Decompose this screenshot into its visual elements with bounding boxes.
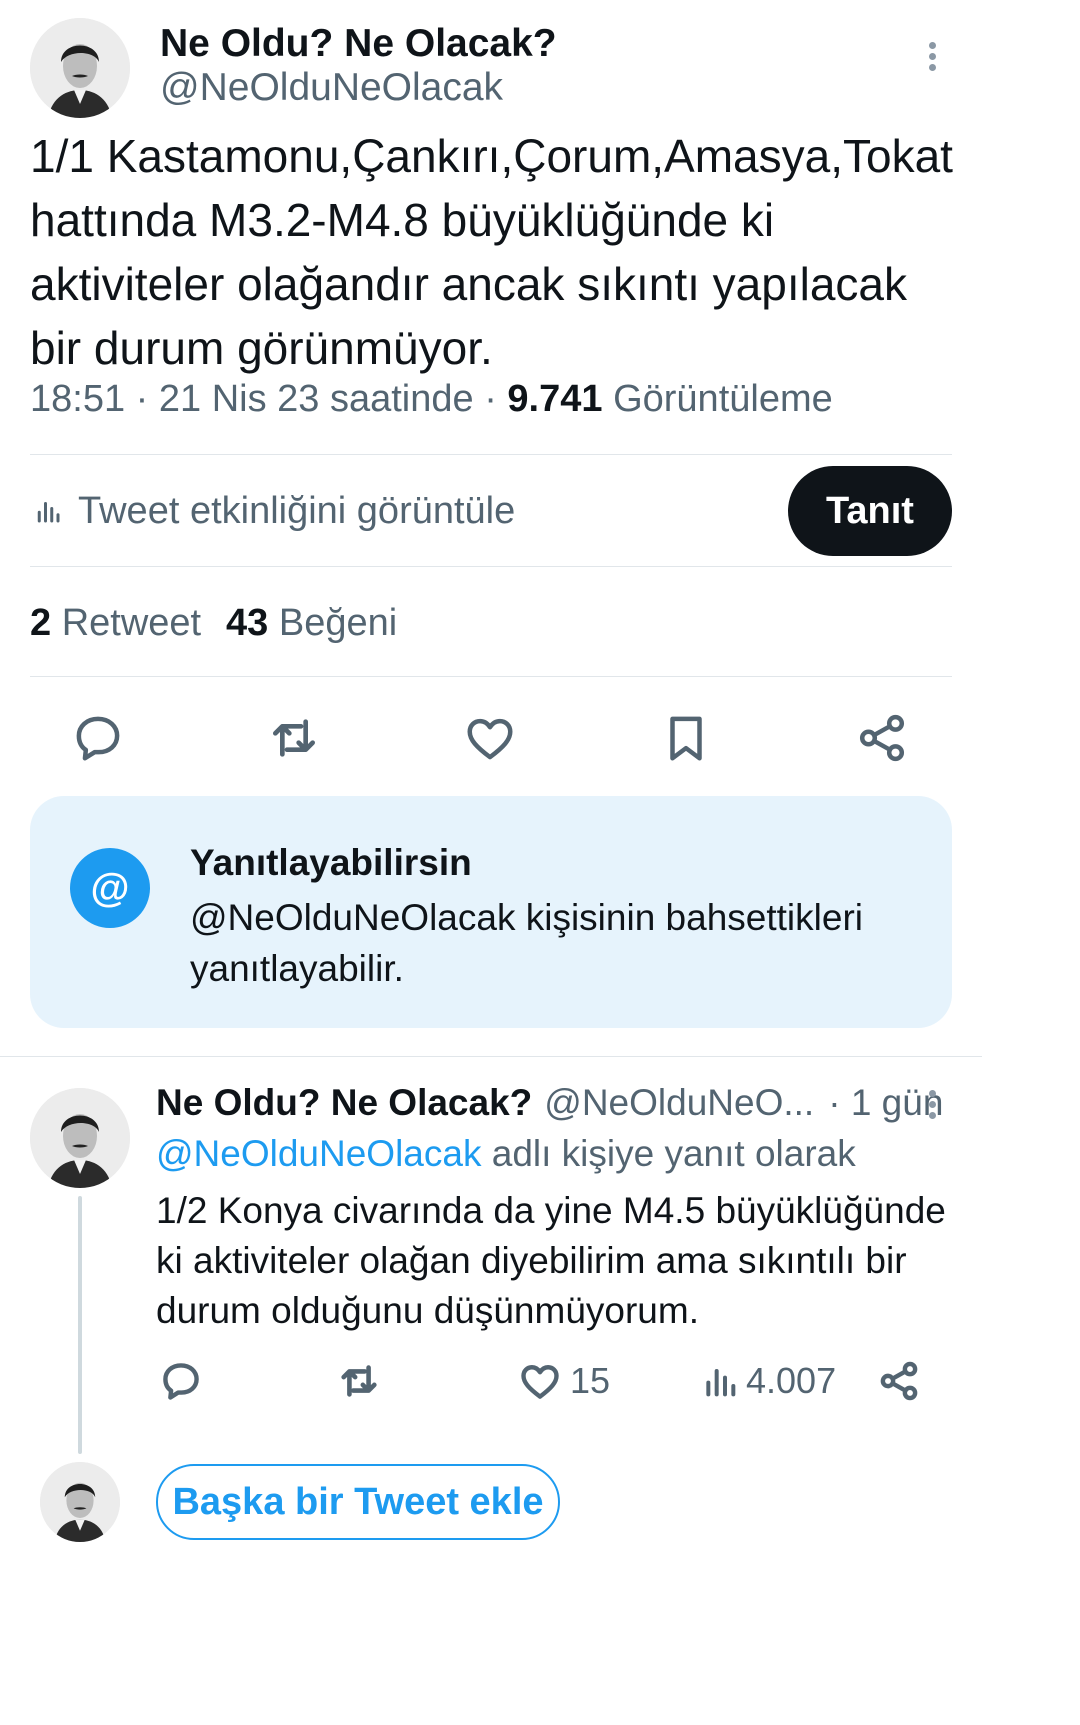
promote-button[interactable]: Tanıt xyxy=(788,466,952,556)
mention-icon: @ xyxy=(70,848,150,928)
divider xyxy=(30,676,952,677)
reply-icon[interactable] xyxy=(66,706,130,770)
replying-to-suffix: adlı kişiye yanıt olarak xyxy=(491,1133,856,1174)
reply-views-count: 4.007 xyxy=(746,1360,837,1401)
bookmark-icon[interactable] xyxy=(654,706,718,770)
like-count: 43 xyxy=(226,602,269,644)
reply-views-icon xyxy=(698,1357,742,1405)
reply-author-handle[interactable]: @NeOlduNeO... xyxy=(544,1082,814,1124)
tweet-meta: 18:51 · 21 Nis 23 saatinde · 9.741 Görün… xyxy=(30,378,833,421)
retweet-label: Retweet xyxy=(61,602,202,644)
reply-more-options-icon[interactable] xyxy=(918,1086,946,1126)
notice-title: Yanıtlayabilirsin xyxy=(190,842,472,883)
tweet-date[interactable]: 21 Nis 23 saatinde xyxy=(159,378,474,420)
divider xyxy=(30,454,952,455)
views-label: Görüntüleme xyxy=(613,378,833,420)
divider xyxy=(30,566,952,567)
reply-like[interactable]: 15 xyxy=(516,1356,610,1406)
author-handle[interactable]: @NeOlduNeOlacak xyxy=(160,66,503,110)
like-label: Beğeni xyxy=(278,602,398,644)
author-avatar[interactable] xyxy=(30,18,130,118)
reply-header: Ne Oldu? Ne Olacak? @NeOlduNeO... · 1 gü… xyxy=(156,1082,943,1124)
view-analytics-link[interactable]: Tweet etkinliğini görüntüle xyxy=(30,486,515,536)
meta-separator: · xyxy=(135,378,149,420)
replying-to: @NeOlduNeOlacak adlı kişiye yanıt olarak xyxy=(156,1133,856,1175)
reply-retweet-icon[interactable] xyxy=(334,1356,384,1406)
author-name[interactable]: Ne Oldu? Ne Olacak? xyxy=(160,22,557,66)
analytics-icon xyxy=(30,491,66,531)
replying-to-handle[interactable]: @NeOlduNeOlacak xyxy=(156,1133,481,1174)
like-stat[interactable]: 43 Beğeni xyxy=(226,602,397,645)
divider xyxy=(0,1056,982,1057)
reply-text: 1/2 Konya civarında da yine M4.5 büyüklü… xyxy=(156,1190,946,1331)
notice-body: @NeOlduNeOlacak kişisinin bahsettikleri … xyxy=(190,897,863,989)
reply-heart-icon xyxy=(516,1357,564,1405)
views-count: 9.741 xyxy=(507,378,603,420)
tweet-text: 1/1 Kastamonu,Çankırı,Çorum,Amasya,Tokat… xyxy=(30,130,953,374)
add-tweet-button[interactable]: Başka bir Tweet ekle xyxy=(156,1464,560,1540)
tweet-time[interactable]: 18:51 xyxy=(30,378,125,420)
reply-author-avatar[interactable] xyxy=(30,1088,130,1188)
meta-separator: · xyxy=(484,378,497,420)
thread-connector xyxy=(78,1196,82,1454)
retweet-icon[interactable] xyxy=(262,706,326,770)
retweet-stat[interactable]: 2 Retweet xyxy=(30,602,201,645)
analytics-label: Tweet etkinliğini görüntüle xyxy=(78,489,516,532)
retweet-count: 2 xyxy=(30,602,52,644)
more-options-icon[interactable] xyxy=(918,38,946,78)
heart-icon[interactable] xyxy=(458,706,522,770)
reply-reply-icon[interactable] xyxy=(156,1356,206,1406)
reply-views[interactable]: 4.007 xyxy=(698,1356,836,1406)
reply-author-name[interactable]: Ne Oldu? Ne Olacak? xyxy=(156,1082,532,1124)
reply-like-count: 15 xyxy=(570,1360,611,1401)
share-icon[interactable] xyxy=(850,706,914,770)
reply-permission-notice: @ Yanıtlayabilirsin @NeOlduNeOlacak kişi… xyxy=(30,796,952,1028)
reply-share-icon[interactable] xyxy=(874,1356,924,1406)
composer-avatar xyxy=(40,1462,120,1542)
